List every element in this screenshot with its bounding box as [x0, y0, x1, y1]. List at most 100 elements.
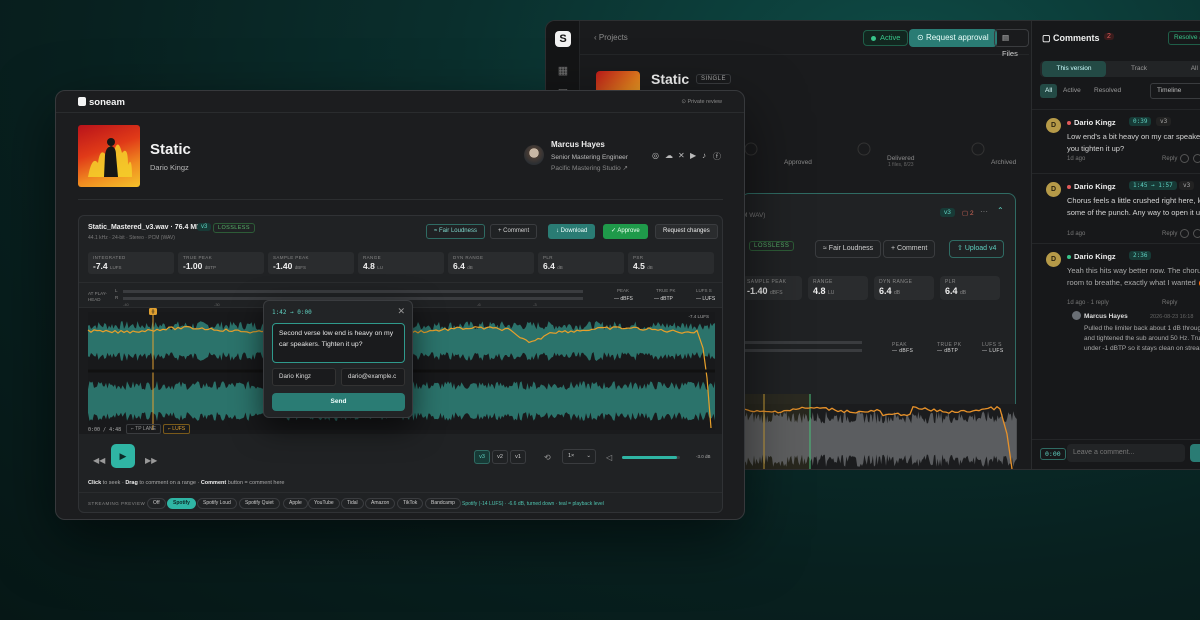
lufs-lane-toggle[interactable]: ⌐ LUFS: [163, 424, 191, 434]
comment-timecode[interactable]: 2:36: [1129, 251, 1152, 260]
project-title: Static: [651, 71, 690, 87]
tp-lane-toggle[interactable]: ⌐ TP LANE: [126, 424, 161, 434]
top-bar: ‹ Projects Active ⊙ Request approval ▤ F…: [580, 21, 1053, 58]
metric-unit: dB: [647, 265, 653, 270]
soundcloud-icon[interactable]: ☁: [665, 151, 673, 160]
version-v1-button[interactable]: v1: [510, 450, 526, 464]
studio-link[interactable]: Pacific Mastering Studio ↗: [551, 164, 628, 172]
fair-loudness-button[interactable]: ≈ Fair Loudness: [815, 240, 882, 258]
comment-timecode[interactable]: 0:39: [1129, 117, 1152, 126]
comment-composer: 0:00 Leave a comment...: [1032, 439, 1200, 469]
filter-all[interactable]: All: [1040, 84, 1058, 98]
wave-lufs-label: -7.4 LUFS: [688, 314, 709, 319]
tiktok-icon[interactable]: ♪: [702, 151, 706, 160]
instagram-icon[interactable]: ◎: [652, 151, 659, 160]
comment-timecode[interactable]: 1:45 → 1:57: [1129, 181, 1177, 190]
step-archived: Archived: [991, 159, 1017, 166]
more-icon[interactable]: ···: [980, 207, 988, 216]
composer-timecode[interactable]: 0:00: [1040, 448, 1066, 460]
breadcrumb-projects[interactable]: Projects: [599, 33, 628, 42]
request-changes-button[interactable]: Request changes: [655, 224, 718, 239]
streaming-chip-spotify-quiet[interactable]: Spotify Quiet: [239, 498, 280, 509]
reply-link[interactable]: Reply: [1162, 156, 1177, 162]
playhead-label: AT PLAY-HEAD: [88, 291, 107, 302]
loop-icon[interactable]: ⟲: [544, 453, 551, 462]
volume-slider[interactable]: [622, 456, 680, 459]
more-icon[interactable]: [1193, 229, 1200, 238]
comment-textarea[interactable]: Second verse low end is heavy on my car …: [272, 323, 405, 363]
send-comment-button[interactable]: [1190, 444, 1200, 462]
metric-unit: dB: [894, 290, 901, 296]
waveform-back[interactable]: [742, 394, 1017, 470]
resolve-check-icon[interactable]: [1180, 154, 1189, 163]
version-v2-button[interactable]: v2: [492, 450, 508, 464]
metric-unit: dBTP: [204, 265, 217, 270]
email-field[interactable]: dario@example.c: [341, 368, 405, 386]
rewind-icon[interactable]: ◀◀: [93, 456, 105, 465]
tab-track[interactable]: Track: [1106, 61, 1172, 77]
fair-loudness-button[interactable]: ≈ Fair Loudness: [426, 224, 485, 239]
facebook-icon[interactable]: ⓕ: [713, 151, 721, 162]
collapse-icon[interactable]: ⌃: [997, 206, 1004, 215]
metric-label: INTEGRATED: [93, 255, 126, 260]
playback-rate-select[interactable]: 1× ⌄: [562, 449, 596, 464]
streaming-chip-apple[interactable]: Apple: [283, 498, 308, 509]
close-icon[interactable]: ✕: [397, 306, 405, 317]
comment-item[interactable]: D Dario Kingz 1:45 → 1:57 v3 Chorus feel…: [1032, 173, 1200, 245]
app-logo-icon[interactable]: S: [555, 31, 571, 47]
sort-select[interactable]: Timeline ⌄: [1150, 83, 1200, 99]
streaming-chip-spotify-loud[interactable]: Spotify Loud: [197, 498, 237, 509]
step-approved-icon: [744, 142, 758, 156]
comment-input[interactable]: Leave a comment...: [1067, 444, 1185, 462]
youtube-icon[interactable]: ▶: [690, 151, 696, 160]
reply-link[interactable]: Reply: [1162, 231, 1177, 237]
artist-name: Dario Kingz: [150, 163, 189, 172]
upload-button[interactable]: ⇧ Upload v4: [949, 240, 1005, 258]
metric-sample-peak: SAMPLE PEAK -1.40 dBFS: [268, 252, 354, 274]
more-icon[interactable]: [1193, 154, 1200, 163]
comment-item[interactable]: D Dario Kingz 0:39 v3 Low end's a bit he…: [1032, 109, 1200, 181]
peak-value: — dBFS: [614, 296, 633, 302]
files-button[interactable]: ▤ Files: [994, 29, 1029, 58]
metric-label: SAMPLE PEAK: [273, 255, 309, 260]
version-v3-button[interactable]: v3: [474, 450, 490, 464]
request-approval-button[interactable]: ⊙ Request approval: [909, 29, 997, 47]
send-button[interactable]: Send: [272, 393, 405, 411]
comment-scope-tabs: This version Track All project: [1040, 61, 1200, 77]
level-meter-r: [742, 349, 862, 352]
streaming-chip-off[interactable]: Off: [147, 498, 166, 509]
fast-forward-icon[interactable]: ▶▶: [145, 456, 157, 465]
download-button[interactable]: ↓ Download: [548, 224, 596, 239]
filter-active[interactable]: Active: [1058, 84, 1086, 98]
step-delivered-sub: 1 files, 8/23: [887, 162, 914, 168]
reply-link[interactable]: Reply: [1162, 300, 1177, 306]
streaming-chip-spotify[interactable]: Spotify: [167, 498, 196, 509]
add-comment-button[interactable]: + Comment: [490, 224, 538, 239]
approve-button[interactable]: ✓ Approve: [603, 224, 648, 239]
resolve-check-icon[interactable]: [1180, 229, 1189, 238]
grid-icon[interactable]: ▦: [557, 65, 569, 77]
breadcrumb[interactable]: ‹ Projects: [594, 33, 628, 42]
x-icon[interactable]: ✕: [678, 151, 685, 160]
streaming-chip-tidal[interactable]: Tidal: [341, 498, 364, 509]
lufs-value: — LUFS: [696, 296, 716, 302]
add-comment-button[interactable]: + Comment: [883, 240, 936, 258]
name-field[interactable]: Dario Kingz: [272, 368, 336, 386]
metric-plr: PLR 6.4 dB: [538, 252, 624, 274]
streaming-chip-tiktok[interactable]: TikTok: [397, 498, 424, 509]
lufs-value: — LUFS: [982, 348, 1004, 354]
volume-icon[interactable]: ◁: [606, 453, 612, 462]
brand-name: soneam: [89, 97, 125, 108]
tab-all-project[interactable]: All project: [1172, 61, 1200, 77]
resolve-all-button[interactable]: Resolve all: [1168, 31, 1200, 45]
tab-this-version[interactable]: This version: [1042, 61, 1106, 77]
avatar: D: [1046, 252, 1061, 267]
step-archived-icon: [971, 142, 985, 156]
streaming-chip-amazon[interactable]: Amazon: [365, 498, 396, 509]
streaming-chip-bandcamp[interactable]: Bandcamp: [425, 498, 461, 509]
play-button[interactable]: ▶: [111, 444, 135, 468]
filter-resolved[interactable]: Resolved: [1089, 84, 1126, 98]
cover-art: [78, 125, 140, 187]
streaming-chip-youtube[interactable]: YouTube: [308, 498, 340, 509]
avatar: D: [1046, 118, 1061, 133]
